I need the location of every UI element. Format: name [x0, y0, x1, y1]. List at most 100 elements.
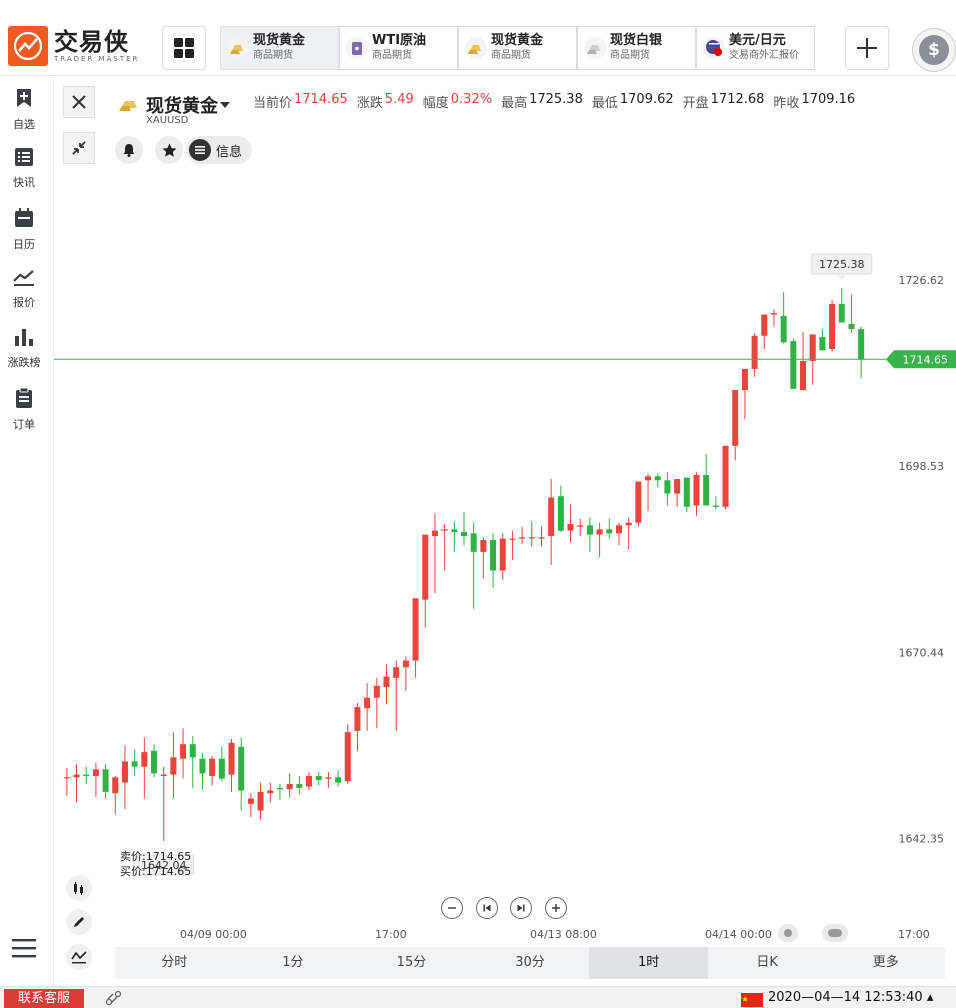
info-button[interactable]: 信息 [186, 136, 252, 164]
candle-body [267, 790, 274, 794]
candle-body [228, 742, 235, 775]
tab-title: WTI原油 [372, 33, 427, 48]
candle [170, 732, 177, 799]
zoom-in-icon [552, 904, 560, 912]
add-tab-button[interactable] [845, 26, 889, 70]
step-forward-button[interactable] [510, 897, 532, 919]
indicator-button[interactable] [66, 944, 92, 970]
y-axis-tick: 1670.44 [899, 646, 945, 659]
period-tab-2[interactable]: 15分 [352, 947, 471, 979]
zoom-in-button[interactable] [545, 897, 567, 919]
sidebar-item-label: 订单 [13, 418, 35, 431]
gold-bar-icon [227, 37, 249, 59]
candle-body [519, 537, 526, 539]
draw-tool-button[interactable] [66, 909, 92, 935]
candle-body [567, 524, 574, 531]
candle-body [121, 761, 128, 783]
quote-label: 最低 [591, 96, 618, 111]
bar-chart-icon [15, 329, 33, 346]
contact-support-button[interactable]: 联系客服 [4, 989, 84, 1008]
period-tab-6[interactable]: 更多 [826, 947, 945, 979]
tab-instrument-2[interactable]: 现货黄金 商品期货 [458, 26, 577, 70]
sidebar-menu-button[interactable] [12, 938, 36, 962]
candle-body [838, 303, 845, 323]
indicator-toggle-1[interactable] [778, 924, 798, 942]
candle-body [247, 798, 254, 804]
candle [121, 745, 128, 810]
candlestick-chart[interactable]: 1726.62 1698.53 1670.44 1642.35 1714.65 1725.… [54, 170, 956, 930]
candle-body [703, 474, 710, 506]
candle-body [83, 774, 90, 776]
candle [276, 783, 283, 800]
link-icon[interactable] [105, 990, 123, 1006]
candle [218, 746, 225, 782]
menu-icon [12, 939, 36, 958]
tab-subtitle: 商品期货 [372, 50, 412, 61]
candle-body [858, 329, 865, 360]
account-button[interactable]: $ [912, 28, 956, 72]
candle [335, 770, 342, 787]
candle-body [393, 667, 400, 678]
candle [674, 478, 681, 507]
dot-icon [784, 929, 792, 937]
period-tab-4[interactable]: 1时 [589, 947, 708, 979]
candle-body [819, 337, 826, 351]
candle [63, 768, 70, 796]
candle [800, 331, 807, 391]
tab-subtitle: 商品期货 [253, 50, 293, 61]
candle [606, 518, 613, 539]
candle [131, 749, 138, 776]
app-logo[interactable]: 交易侠 TRADER MASTER [8, 26, 139, 66]
tab-instrument-1[interactable]: WTI原油商品期货 [339, 26, 458, 70]
collapse-chart-button[interactable] [63, 132, 95, 164]
candle-body [451, 529, 458, 532]
candle-body [674, 478, 681, 494]
candle-body [809, 334, 816, 361]
candle [625, 517, 632, 550]
candle-body [373, 685, 380, 698]
period-tab-3[interactable]: 30分 [471, 947, 590, 979]
candle-body [151, 750, 158, 774]
alert-button[interactable] [115, 136, 143, 164]
candle [741, 368, 748, 420]
candle-body [73, 774, 80, 778]
close-chart-button[interactable] [63, 86, 95, 118]
period-tab-0[interactable]: 分时 [115, 947, 234, 979]
candle [73, 764, 80, 803]
tab-instrument-4[interactable]: 美元/日元 交易商外汇报价 [696, 26, 815, 70]
candle-body [470, 533, 477, 552]
period-tab-5[interactable]: 日K [708, 947, 827, 979]
sidebar-item-news[interactable]: 快讯 [0, 148, 48, 190]
candle-body [422, 534, 429, 600]
indicator-toggle-2[interactable] [822, 924, 848, 942]
sidebar-item-orders[interactable]: 订单 [0, 387, 48, 432]
candle-body [790, 341, 797, 389]
quote-summary: 当前价 1714.65 涨跌 5.49 幅度 0.32% 最高 1725.38 最低 1709.6… [253, 92, 864, 111]
period-tab-1[interactable]: 1分 [234, 947, 353, 979]
star-icon [162, 143, 176, 157]
candle-body [615, 525, 622, 534]
sidebar-item-watchlist[interactable]: 自选 [0, 88, 48, 132]
candle [819, 329, 826, 351]
candle [770, 309, 777, 327]
sidebar-item-calendar[interactable]: 日历 [0, 208, 48, 252]
candle-body [761, 314, 768, 336]
sidebar-item-ranking[interactable]: 涨跌榜 [0, 328, 48, 370]
zoom-out-button[interactable] [441, 897, 463, 919]
candle-body [354, 707, 361, 731]
favorite-button[interactable] [155, 136, 183, 164]
candle [635, 481, 642, 527]
tab-instrument-0[interactable]: 现货黄金 商品期货 [220, 26, 339, 70]
chart-type-button[interactable] [66, 875, 92, 901]
candle-body [441, 529, 448, 531]
sidebar-item-quotes[interactable]: 报价 [0, 268, 48, 310]
candle [490, 533, 497, 588]
candle [354, 703, 361, 751]
status-bar: 联系客服 2020—04—14 12:53:40 ▴ [0, 986, 956, 1008]
tab-instrument-3[interactable]: 现货白银 商品期货 [577, 26, 696, 70]
pencil-icon [74, 917, 84, 927]
step-back-button[interactable] [476, 897, 498, 919]
candle-body [180, 744, 187, 759]
grid-menu-button[interactable] [162, 26, 206, 70]
candle-body [335, 777, 342, 783]
